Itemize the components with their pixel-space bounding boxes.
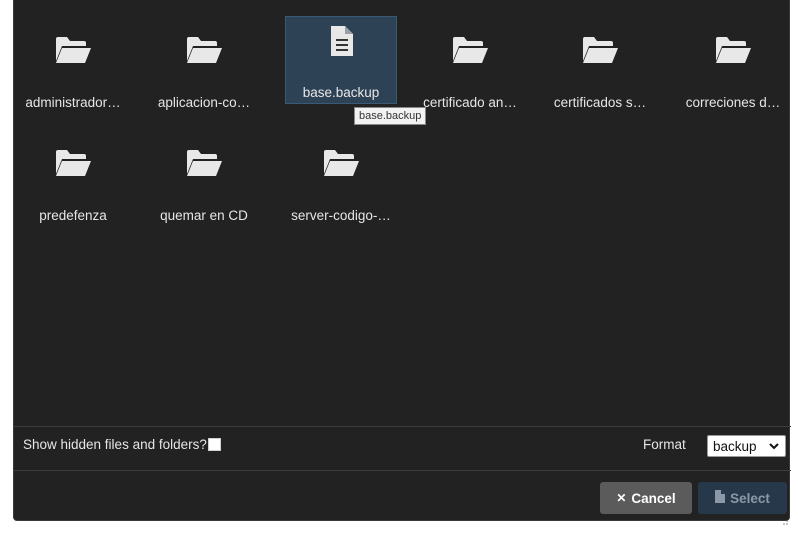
folder-item[interactable]: aplicacion-co… <box>148 16 260 110</box>
footer-divider <box>14 426 791 427</box>
folder-open-icon <box>581 34 619 66</box>
item-label: quemar en CD <box>160 208 248 223</box>
format-select[interactable]: backup <box>707 435 786 457</box>
cancel-label: Cancel <box>631 490 676 506</box>
folder-open-icon <box>185 34 223 66</box>
folder-open-icon <box>714 34 752 66</box>
button-divider <box>14 470 791 471</box>
file-text-icon <box>323 25 361 57</box>
item-label: predefenza <box>39 208 107 223</box>
folder-item[interactable]: server-codigo-… <box>285 129 397 223</box>
folder-open-icon <box>54 147 92 179</box>
item-label: base.backup <box>302 85 380 100</box>
folder-open-icon <box>451 34 489 66</box>
resize-grip-icon[interactable] <box>781 512 788 525</box>
folder-open-icon <box>185 147 223 179</box>
select-button[interactable]: Select <box>698 482 787 514</box>
file-grid: administrador… aplicacion-co… base.backup c… <box>14 0 791 425</box>
folder-open-icon <box>54 34 92 66</box>
folder-open-icon <box>322 147 360 179</box>
folder-item[interactable]: predefenza <box>17 129 129 223</box>
item-label: correciones d… <box>685 95 781 110</box>
file-manager-dialog: administrador… aplicacion-co… base.backup c… <box>13 0 791 525</box>
cancel-button[interactable]: ✕ Cancel <box>600 482 692 514</box>
item-label: server-codigo-… <box>291 208 391 223</box>
item-label: certificado an… <box>423 95 517 110</box>
format-value: backup <box>713 438 757 454</box>
item-label: certificados s… <box>553 95 647 110</box>
file-item[interactable]: base.backup <box>285 16 397 104</box>
select-label: Select <box>730 490 770 506</box>
item-label: aplicacion-co… <box>157 95 251 110</box>
item-label: administrador… <box>25 95 121 110</box>
file-icon <box>715 490 726 506</box>
folder-item[interactable]: quemar en CD <box>148 129 260 223</box>
folder-item[interactable]: administrador… <box>17 16 129 110</box>
format-label: Format <box>643 437 686 452</box>
show-hidden-row: Show hidden files and folders? <box>23 437 221 452</box>
filename-tooltip: base.backup <box>354 107 427 125</box>
close-icon: ✕ <box>616 491 627 505</box>
show-hidden-checkbox[interactable] <box>207 438 221 451</box>
show-hidden-label: Show hidden files and folders? <box>23 437 207 452</box>
folder-item[interactable]: certificados s… <box>544 16 656 110</box>
chevron-down-icon <box>769 438 779 457</box>
folder-item[interactable]: certificado an… <box>414 16 526 110</box>
folder-item[interactable]: correciones d… <box>677 16 789 110</box>
